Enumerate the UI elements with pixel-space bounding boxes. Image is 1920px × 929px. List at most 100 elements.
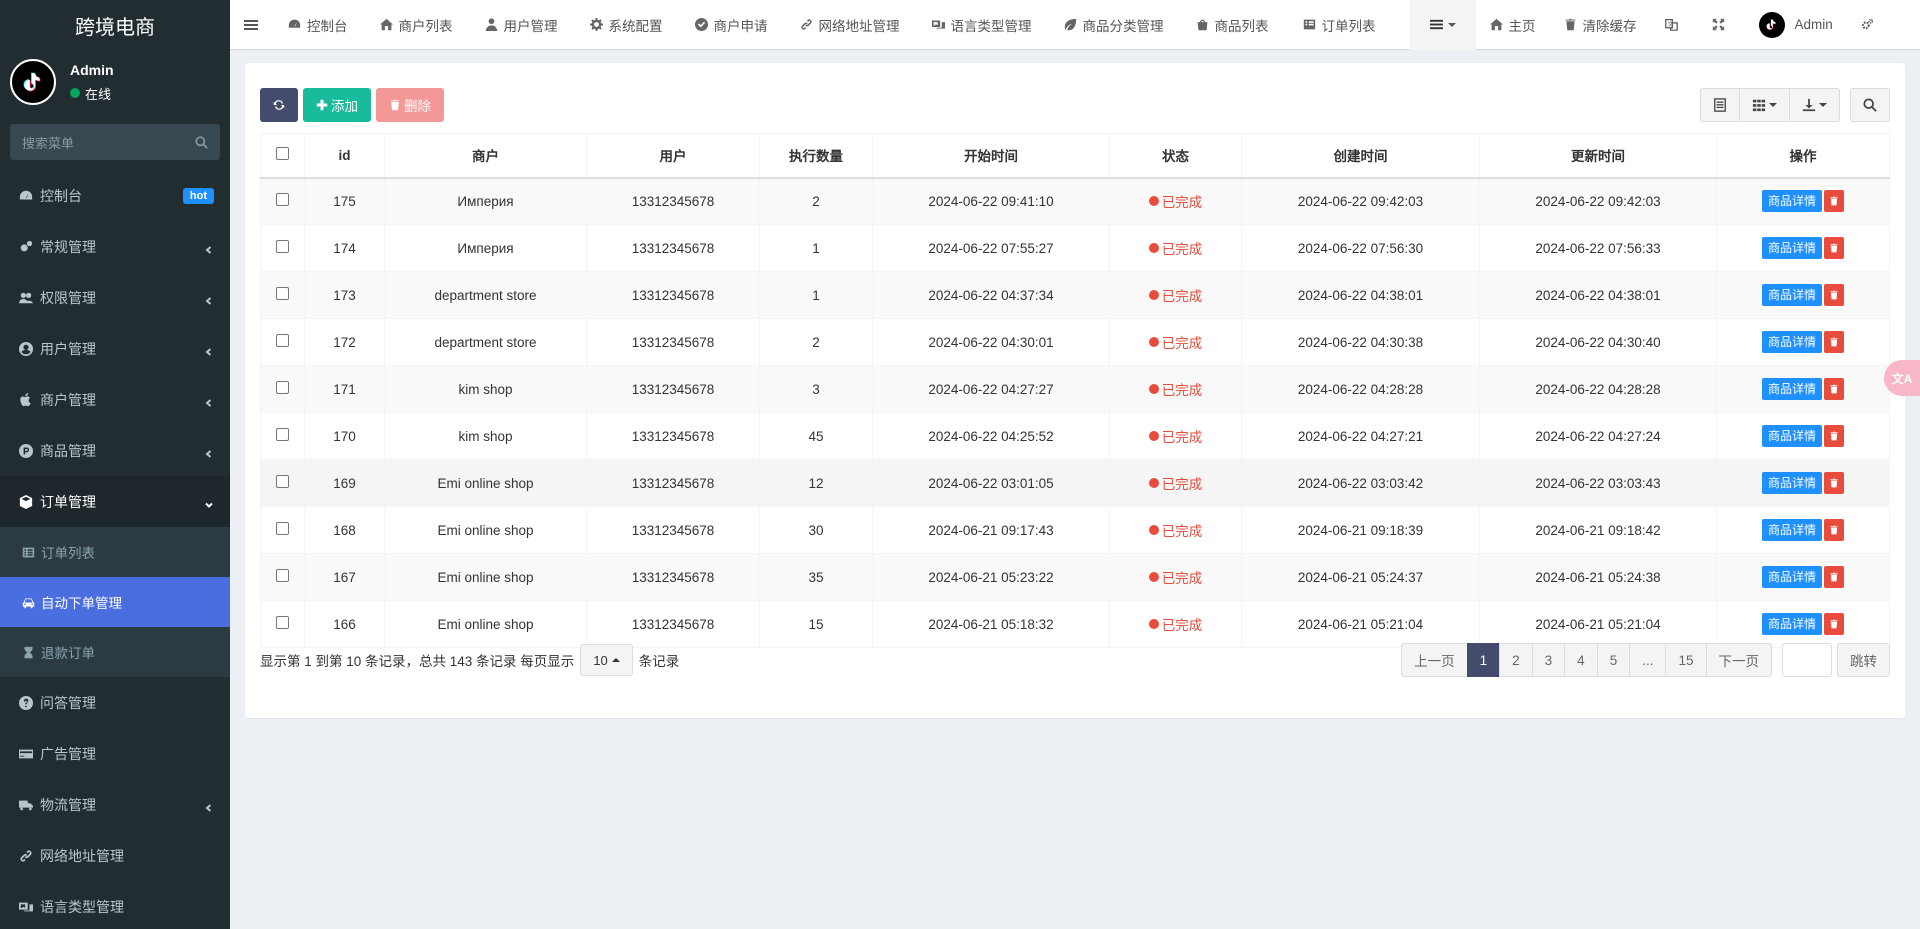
row-delete-button[interactable] <box>1824 190 1844 213</box>
col-merchant[interactable]: 商户 <box>384 133 587 179</box>
row-checkbox[interactable] <box>276 522 289 535</box>
sidebar-item-permission[interactable]: 权限管理 <box>0 272 230 323</box>
sidebar-subitem-order-list[interactable]: 订单列表 <box>0 527 230 577</box>
sidebar-item-qa[interactable]: 问答管理 <box>0 677 230 728</box>
tab-merchant-application[interactable]: 商户申请 <box>679 0 784 50</box>
row-delete-button[interactable] <box>1824 378 1844 401</box>
row-checkbox[interactable] <box>276 616 289 629</box>
row-checkbox[interactable] <box>276 428 289 441</box>
col-id[interactable]: id <box>304 133 385 179</box>
columns-dropdown-button[interactable] <box>1739 88 1790 122</box>
table-row[interactable]: 168 Emi online shop 13312345678 30 2024-06-2… <box>260 506 1890 554</box>
tab-product-list[interactable]: 商品列表 <box>1180 0 1285 50</box>
sidebar-item-network-address[interactable]: 网络地址管理 <box>0 830 230 881</box>
admin-user-menu[interactable]: Admin <box>1745 0 1847 50</box>
row-checkbox[interactable] <box>276 381 289 394</box>
row-checkbox[interactable] <box>276 240 289 253</box>
brand-logo[interactable]: 跨境电商 <box>0 0 230 50</box>
tabs-dropdown-button[interactable] <box>1409 0 1476 50</box>
jump-button[interactable]: 跳转 <box>1837 643 1890 677</box>
col-user[interactable]: 用户 <box>586 133 760 179</box>
row-checkbox[interactable] <box>276 287 289 300</box>
product-detail-button[interactable]: 商品详情 <box>1761 377 1822 400</box>
product-detail-button[interactable]: 商品详情 <box>1761 565 1822 588</box>
table-row[interactable]: 169 Emi online shop 13312345678 12 2024-06-2… <box>260 459 1890 507</box>
sidebar-subitem-refund-orders[interactable]: 退款订单 <box>0 627 230 677</box>
col-status[interactable]: 状态 <box>1109 133 1242 179</box>
next-page-button[interactable]: 下一页 <box>1705 643 1772 677</box>
product-detail-button[interactable]: 商品详情 <box>1761 471 1822 494</box>
table-row[interactable]: 167 Emi online shop 13312345678 35 2024-06-2… <box>260 553 1890 601</box>
clear-cache-button[interactable]: 清除缓存 <box>1550 0 1651 50</box>
row-delete-button[interactable] <box>1824 566 1844 589</box>
menu-toggle-button[interactable] <box>230 0 272 50</box>
toggle-view-button[interactable] <box>1700 88 1740 122</box>
row-delete-button[interactable] <box>1824 472 1844 495</box>
row-checkbox[interactable] <box>276 334 289 347</box>
product-detail-button[interactable]: 商品详情 <box>1761 330 1822 353</box>
product-detail-button[interactable]: 商品详情 <box>1761 612 1822 635</box>
sidebar-item-dashboard[interactable]: 控制台 hot <box>0 170 230 221</box>
prev-page-button[interactable]: 上一页 <box>1401 643 1468 677</box>
sidebar-search-input[interactable]: 搜索菜单 <box>10 124 220 160</box>
row-checkbox[interactable] <box>276 475 289 488</box>
product-detail-button[interactable]: 商品详情 <box>1761 283 1822 306</box>
col-quantity[interactable]: 执行数量 <box>759 133 873 179</box>
table-row[interactable]: 174 Империя 13312345678 1 2024-06-22 07:55:2… <box>260 224 1890 272</box>
tab-category-management[interactable]: 商品分类管理 <box>1048 0 1180 50</box>
table-row[interactable]: 173 department store 13312345678 1 2024-06-2… <box>260 271 1890 319</box>
col-start-time[interactable]: 开始时间 <box>872 133 1110 179</box>
tab-merchant-list[interactable]: 商户列表 <box>364 0 469 50</box>
language-switch-button[interactable]: 文 <box>1651 0 1698 50</box>
export-dropdown-button[interactable] <box>1789 88 1840 122</box>
product-detail-button[interactable]: 商品详情 <box>1761 236 1822 259</box>
row-checkbox[interactable] <box>276 193 289 207</box>
translate-float-button[interactable]: 文A <box>1884 360 1920 396</box>
page-button-1[interactable]: 1 <box>1466 643 1501 677</box>
table-row[interactable]: 175 Империя 13312345678 2 2024-06-22 09:41:1… <box>260 177 1890 225</box>
product-detail-button[interactable]: 商品详情 <box>1761 518 1822 541</box>
sidebar-subitem-auto-order[interactable]: 自动下单管理 <box>0 577 230 627</box>
sidebar-item-orders[interactable]: 订单管理 <box>0 476 230 527</box>
sidebar-item-general[interactable]: 常规管理 <box>0 221 230 272</box>
refresh-button[interactable] <box>260 88 298 122</box>
tab-network-address[interactable]: 网络地址管理 <box>784 0 916 50</box>
sidebar-item-language-types[interactable]: 语言类型管理 <box>0 881 230 929</box>
row-delete-button[interactable] <box>1824 519 1844 542</box>
sidebar-item-users[interactable]: 用户管理 <box>0 323 230 374</box>
row-delete-button[interactable] <box>1824 331 1844 354</box>
fullscreen-button[interactable] <box>1698 0 1745 50</box>
delete-button[interactable]: 删除 <box>376 88 444 122</box>
product-detail-button[interactable]: 商品详情 <box>1761 424 1822 447</box>
col-created-time[interactable]: 创建时间 <box>1241 133 1480 179</box>
page-button-2[interactable]: 2 <box>1499 643 1533 677</box>
sidebar-item-ads[interactable]: 广告管理 <box>0 728 230 779</box>
col-updated-time[interactable]: 更新时间 <box>1479 133 1717 179</box>
tab-user-management[interactable]: 用户管理 <box>469 0 574 50</box>
row-delete-button[interactable] <box>1824 237 1844 260</box>
page-button-3[interactable]: 3 <box>1531 643 1566 677</box>
tab-dashboard[interactable]: 控制台 <box>272 0 364 50</box>
settings-button[interactable] <box>1847 0 1894 50</box>
tab-order-list[interactable]: 订单列表 <box>1285 0 1410 50</box>
product-detail-button[interactable]: 商品详情 <box>1761 190 1822 213</box>
jump-page-input[interactable] <box>1782 643 1832 677</box>
table-row[interactable]: 171 kim shop 13312345678 3 2024-06-22 04:27:… <box>260 365 1890 413</box>
page-button-15[interactable]: 15 <box>1665 643 1707 677</box>
sidebar-item-products[interactable]: 商品管理 <box>0 425 230 476</box>
table-row[interactable]: 172 department store 13312345678 2 2024-06-2… <box>260 318 1890 366</box>
page-button-5[interactable]: 5 <box>1596 643 1631 677</box>
select-all-checkbox[interactable] <box>276 147 289 161</box>
row-delete-button[interactable] <box>1824 284 1844 307</box>
page-button-4[interactable]: 4 <box>1564 643 1598 677</box>
search-toggle-button[interactable] <box>1850 88 1890 122</box>
row-delete-button[interactable] <box>1824 425 1844 448</box>
page-size-dropdown[interactable]: 10 <box>580 644 633 676</box>
tab-language-types[interactable]: 语言类型管理 <box>916 0 1048 50</box>
sidebar-item-logistics[interactable]: 物流管理 <box>0 779 230 830</box>
row-checkbox[interactable] <box>276 569 289 582</box>
row-delete-button[interactable] <box>1824 613 1844 636</box>
table-row[interactable]: 170 kim shop 13312345678 45 2024-06-22 04:25… <box>260 412 1890 460</box>
sidebar-item-merchants[interactable]: 商户管理 <box>0 374 230 425</box>
table-row[interactable]: 166 Emi online shop 13312345678 15 2024-06-2… <box>260 600 1890 648</box>
